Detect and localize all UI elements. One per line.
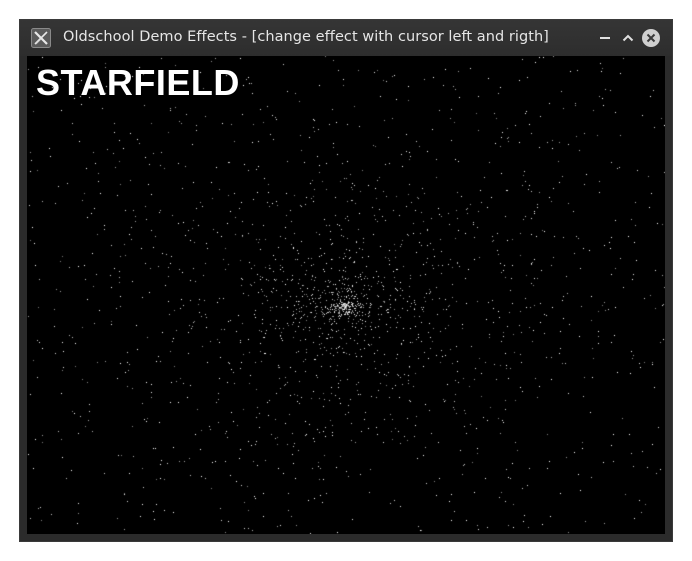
maximize-button[interactable] — [617, 27, 639, 49]
close-button[interactable] — [640, 27, 662, 49]
maximize-icon — [622, 34, 634, 42]
app-icon[interactable] — [31, 28, 51, 48]
minimize-button[interactable] — [594, 27, 616, 49]
minimize-icon — [600, 37, 610, 39]
close-icon — [642, 29, 660, 47]
app-window: Oldschool Demo Effects - [change effect … — [20, 20, 672, 541]
starfield-canvas — [27, 56, 665, 534]
window-title: Oldschool Demo Effects - [change effect … — [63, 29, 549, 45]
render-canvas[interactable]: STARFIELD — [27, 56, 665, 534]
title-bar[interactable]: Oldschool Demo Effects - [change effect … — [20, 20, 672, 56]
effect-title: STARFIELD — [36, 62, 240, 103]
